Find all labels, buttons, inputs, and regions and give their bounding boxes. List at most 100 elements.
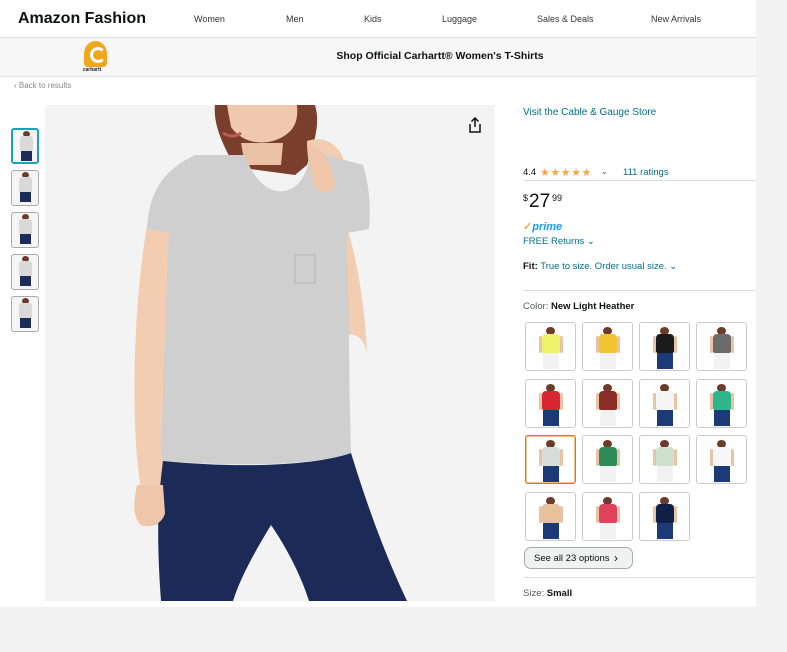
shirt-shape (656, 390, 674, 410)
fit-info: Fit: True to size. Order usual size. ⌄ (523, 261, 677, 272)
jeans-shape (657, 522, 673, 539)
shirt-shape (656, 503, 674, 523)
color-swatch[interactable] (525, 378, 576, 428)
model-arm (731, 449, 734, 466)
thumbnail-3[interactable] (11, 212, 39, 248)
jeans-shape (543, 466, 559, 482)
free-returns-link[interactable]: FREE Returns ⌄ (523, 236, 595, 247)
color-swatch[interactable] (639, 435, 690, 484)
share-icon[interactable] (468, 116, 482, 133)
shirt-shape (656, 447, 674, 466)
main-product-image[interactable] (45, 105, 495, 601)
carhartt-wordmark: carhartt (82, 67, 102, 73)
back-to-results-link[interactable]: ‹ Back to results (14, 81, 71, 90)
divider (523, 180, 756, 181)
model-arm (674, 336, 677, 353)
model-arm (617, 336, 620, 353)
jeans-shape (714, 409, 730, 426)
color-swatch[interactable] (525, 435, 576, 484)
color-swatch[interactable] (582, 491, 633, 541)
divider (523, 290, 756, 291)
shirt-shape (19, 303, 32, 318)
model-arm (674, 449, 677, 466)
shirt-shape (599, 334, 617, 353)
jeans-shape (543, 522, 559, 539)
shirt-shape (713, 390, 731, 410)
size-label: Size: Small (523, 588, 572, 599)
color-swatch[interactable] (582, 322, 633, 371)
shirt-shape (19, 261, 32, 276)
color-swatch[interactable] (582, 435, 633, 484)
model-arm (731, 336, 734, 353)
visit-store-link[interactable]: Visit the Cable & Gauge Store (523, 107, 656, 118)
shirt-shape (20, 136, 33, 151)
star-rating-icon[interactable]: ★★★★★ (540, 166, 592, 179)
price-symbol: $ (523, 193, 529, 203)
jeans-shape (657, 353, 673, 369)
price-fraction: 99 (552, 193, 563, 203)
fit-value-link[interactable]: True to size. Order usual size. ⌄ (540, 261, 677, 272)
store-title[interactable]: Shop Official Carhartt® Women's T-Shirts (0, 50, 756, 62)
shirt-shape (542, 334, 560, 353)
prime-label: prime (532, 221, 563, 233)
jeans-shape (714, 353, 730, 369)
color-swatch[interactable] (582, 378, 633, 428)
nav-link-sales-deals[interactable]: Sales & Deals (537, 14, 594, 24)
shirt-shape (599, 390, 617, 410)
model-arm (731, 392, 734, 410)
jeans-shape (543, 409, 559, 426)
divider (523, 577, 756, 578)
thumbnail-4[interactable] (11, 254, 39, 290)
jeans-shape (600, 522, 616, 539)
ratings-count-link[interactable]: 111 ratings (623, 167, 669, 178)
shirt-shape (713, 334, 731, 353)
color-swatch[interactable] (696, 435, 747, 484)
prime-badge: ✓prime (523, 220, 562, 233)
shirt-shape (542, 390, 560, 410)
color-swatch[interactable] (639, 491, 690, 541)
model-arm (617, 392, 620, 410)
prime-check-icon: ✓ (523, 221, 533, 233)
rating-value: 4.4 (523, 167, 537, 178)
shirt-shape (599, 447, 617, 466)
nav-link-luggage[interactable]: Luggage (442, 14, 477, 24)
color-swatch[interactable] (696, 322, 747, 371)
color-label: Color: New Light Heather (523, 301, 634, 312)
store-banner: carhartt Shop Official Carhartt® Women's… (0, 38, 756, 77)
color-swatch[interactable] (525, 322, 576, 371)
model-arm (617, 505, 620, 523)
jeans-shape (600, 353, 616, 369)
jeans-shape (20, 318, 31, 328)
jeans-shape (20, 234, 31, 244)
size-label-text: Size: (523, 588, 545, 599)
model-arm (560, 336, 563, 353)
product-page: Amazon Fashion Women Men Kids Luggage Sa… (0, 0, 756, 607)
model-arm (560, 392, 563, 410)
color-swatch[interactable] (639, 322, 690, 371)
shirt-shape (19, 219, 32, 234)
nav-link-women[interactable]: Women (194, 14, 225, 24)
nav-link-new-arrivals[interactable]: New Arrivals (651, 14, 701, 24)
see-all-label: See all 23 options (534, 553, 610, 564)
jeans-shape (600, 466, 616, 482)
shirt-shape (542, 447, 560, 466)
amazon-fashion-brand[interactable]: Amazon Fashion (18, 10, 146, 28)
model-arm (560, 505, 563, 523)
color-swatch[interactable] (525, 491, 576, 541)
color-swatch[interactable] (696, 378, 747, 428)
jeans-shape (543, 353, 559, 369)
nav-link-men[interactable]: Men (286, 14, 304, 24)
thumbnail-5[interactable] (11, 296, 39, 332)
rating-summary: 4.4 ★★★★★ ⌄ 111 ratings (523, 167, 756, 181)
selected-color-name: New Light Heather (550, 301, 635, 312)
jeans-shape (657, 409, 673, 426)
price-whole: 27 (529, 191, 551, 212)
color-swatch[interactable] (639, 378, 690, 428)
see-all-options-button[interactable]: See all 23 options › (524, 547, 633, 569)
thumbnail-2[interactable] (11, 170, 39, 206)
chevron-down-icon[interactable]: ⌄ (601, 167, 608, 176)
thumbnail-1[interactable] (11, 128, 39, 164)
chevron-right-icon: › (614, 551, 618, 565)
nav-link-kids[interactable]: Kids (364, 14, 382, 24)
shirt-shape (599, 503, 617, 523)
